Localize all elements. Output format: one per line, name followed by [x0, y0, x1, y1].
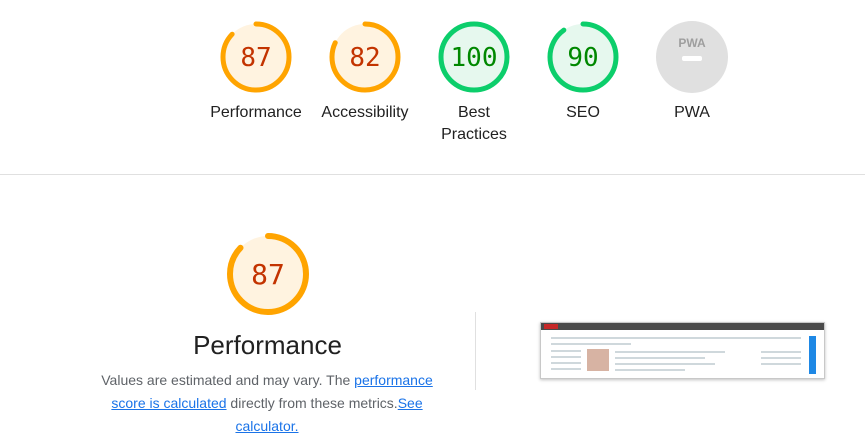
thumbnail-row — [551, 350, 581, 352]
gauge-performance[interactable]: 87 Performance — [206, 20, 306, 124]
score-gauges: 87 Performance 82 Accessibility 100 Best… — [0, 0, 865, 175]
page-screenshot-thumbnail[interactable] — [540, 322, 825, 379]
gauge-seo-ring: 90 — [547, 21, 619, 93]
gauge-accessibility-label: Accessibility — [321, 104, 409, 121]
thumbnail-logo — [544, 324, 558, 329]
performance-desc-text: Values are estimated and may vary. The — [101, 372, 355, 388]
thumbnail-row — [615, 351, 725, 353]
thumbnail-toolbar — [541, 323, 824, 330]
thumbnail-row — [761, 351, 801, 353]
gauge-performance-label: Performance — [210, 104, 302, 121]
gauge-seo[interactable]: 90 SEO — [533, 20, 633, 124]
thumbnail-image — [587, 349, 609, 371]
performance-description: Values are estimated and may vary. The p… — [86, 369, 448, 438]
gauge-best-practices-score: 100 — [451, 43, 498, 73]
thumbnail-row — [615, 369, 685, 371]
gauge-best-practices[interactable]: 100 Best Practices — [424, 20, 524, 146]
pwa-badge-text: PWA — [678, 36, 706, 50]
gauge-accessibility[interactable]: 82 Accessibility — [315, 20, 415, 124]
thumbnail-row — [551, 356, 581, 358]
gauge-accessibility-ring: 82 — [329, 21, 401, 93]
gauge-performance-ring: 87 — [220, 21, 292, 93]
thumbnail-sidebar — [809, 336, 816, 374]
gauge-seo-label: SEO — [566, 104, 600, 121]
gauge-seo-score: 90 — [567, 43, 598, 73]
performance-gauge-large: 87 — [227, 233, 309, 315]
thumbnail-row — [761, 357, 801, 359]
thumbnail-row — [615, 363, 715, 365]
gauge-performance-score: 87 — [240, 43, 271, 73]
gauge-pwa[interactable]: PWA PWA — [642, 20, 742, 124]
gauge-accessibility-score: 82 — [349, 43, 380, 73]
thumbnail-row — [551, 337, 801, 339]
performance-desc-middle: directly from these metrics. — [226, 395, 398, 411]
section-divider — [0, 174, 865, 175]
thumbnail-row — [551, 343, 631, 345]
gauge-best-practices-label: Best Practices — [441, 104, 507, 143]
thumbnail-row — [615, 357, 705, 359]
gauge-pwa-label: PWA — [674, 104, 710, 121]
vertical-divider — [475, 312, 476, 390]
performance-score-large: 87 — [251, 258, 285, 291]
pwa-badge-icon: PWA — [656, 21, 728, 93]
gauge-best-practices-ring: 100 — [438, 21, 510, 93]
thumbnail-row — [551, 368, 581, 370]
performance-title: Performance — [193, 330, 342, 360]
thumbnail-row — [761, 363, 801, 365]
thumbnail-row — [551, 362, 581, 364]
